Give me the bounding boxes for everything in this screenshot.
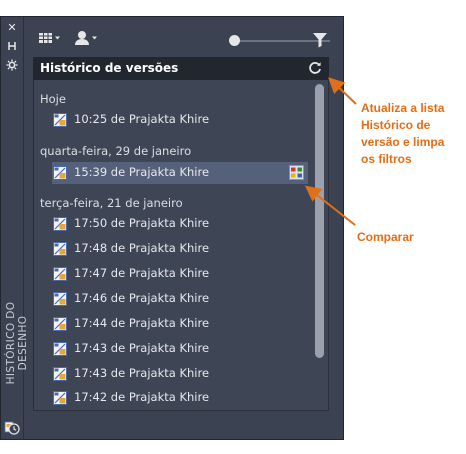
refresh-callout-line: versão e limpa [361,135,445,149]
callout-arrows [304,77,357,226]
refresh-callout-arrow [328,77,357,105]
refresh-callout-line: os filtros [361,152,412,166]
refresh-callout: Atualiza a lista Histórico de versão e l… [361,100,444,168]
compare-callout-arrow [304,185,356,226]
compare-callout: Comparar [357,230,414,244]
refresh-callout-line: Histórico de [361,118,431,132]
refresh-callout-line: Atualiza a lista [361,101,445,115]
